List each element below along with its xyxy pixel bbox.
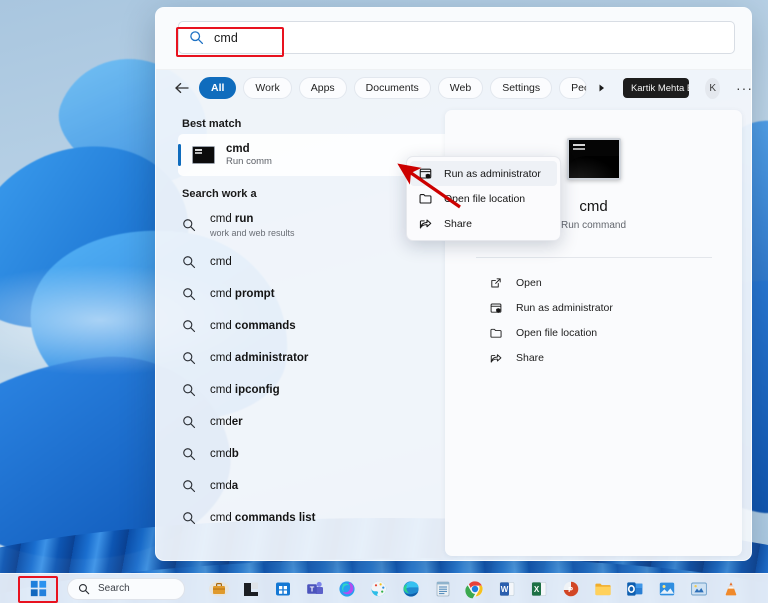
search-icon	[183, 480, 196, 493]
search-icon	[183, 256, 196, 269]
context-menu-label: Open file location	[444, 192, 526, 205]
search-icon	[183, 288, 196, 301]
microsoft-outlook-icon[interactable]	[625, 579, 645, 599]
microsoft-word-icon[interactable]: W	[497, 579, 517, 599]
tab-apps[interactable]: Apps	[298, 77, 347, 99]
file-explorer-icon[interactable]	[593, 579, 613, 599]
taskbar-app-icons: T W X P	[209, 579, 741, 599]
tab-work[interactable]: Work	[243, 77, 292, 99]
microsoft-excel-icon[interactable]: X	[529, 579, 549, 599]
snipping-tool-icon[interactable]	[689, 579, 709, 599]
search-bar: cmd	[156, 8, 751, 70]
folder-icon	[419, 194, 432, 204]
more-options-icon[interactable]: ···	[736, 80, 751, 96]
search-icon	[183, 448, 196, 461]
tab-documents[interactable]: Documents	[353, 77, 431, 99]
search-icon	[183, 384, 196, 397]
taskbar-search-box[interactable]: Search	[67, 577, 185, 600]
suggestion-label: cmda	[210, 479, 239, 492]
svg-text:T: T	[310, 584, 315, 593]
suggestion-label: cmd prompt	[210, 287, 275, 300]
taskbar: Search T W X P	[0, 573, 768, 603]
best-match-subtitle: Run comm	[226, 156, 272, 167]
shield-admin-icon	[419, 168, 432, 179]
context-menu-label: Run as administrator	[444, 167, 541, 180]
search-input[interactable]: cmd	[178, 21, 735, 54]
app-preview-panel: cmd Run command Open Run as administrato…	[445, 110, 742, 556]
search-filter-tabs: All Work Apps Documents Web Settings Peo…	[156, 70, 751, 106]
search-icon	[183, 352, 196, 365]
svg-text:P: P	[568, 585, 573, 594]
search-icon	[183, 219, 196, 232]
account-tooltip: Kartik Mehta Bl...	[622, 78, 690, 98]
suggestion-sublabel: work and web results	[210, 227, 295, 238]
action-open[interactable]: Open	[459, 270, 728, 295]
share-icon	[490, 353, 502, 363]
suggestion-label: cmder	[210, 415, 243, 428]
suggestion-label: cmd run	[210, 213, 254, 226]
share-icon	[419, 219, 432, 229]
search-icon	[183, 512, 196, 525]
suggestion-label: cmd administrator	[210, 351, 309, 364]
back-arrow-icon[interactable]	[172, 78, 192, 98]
action-label: Open	[516, 276, 542, 289]
action-open-file-location[interactable]: Open file location	[459, 320, 728, 345]
action-label: Open file location	[516, 326, 598, 339]
search-icon	[78, 583, 90, 594]
svg-text:X: X	[534, 585, 540, 594]
search-icon	[183, 416, 196, 429]
file-explorer-dark-icon[interactable]	[241, 579, 261, 599]
paint-icon[interactable]	[369, 579, 389, 599]
tab-all[interactable]: All	[199, 77, 237, 99]
suggestion-label: cmd	[210, 255, 232, 268]
suggestion-label: cmdb	[210, 447, 239, 460]
avatar[interactable]: K	[705, 77, 720, 99]
suggestion-label: cmd commands	[210, 319, 296, 332]
tab-settings[interactable]: Settings	[490, 77, 553, 99]
action-run-as-administrator[interactable]: Run as administrator	[459, 295, 728, 320]
divider	[475, 257, 712, 258]
context-menu-label: Share	[444, 217, 473, 230]
action-label: Share	[516, 351, 545, 364]
microsoft-store-icon[interactable]	[273, 579, 293, 599]
svg-text:W: W	[501, 585, 509, 594]
tab-people[interactable]: Peop	[559, 77, 587, 99]
shield-admin-icon	[490, 302, 502, 313]
best-match-title: cmd	[226, 143, 250, 155]
copilot-icon[interactable]	[337, 579, 357, 599]
photos-icon[interactable]	[657, 579, 677, 599]
suggestion-label: cmd commands list	[210, 511, 316, 524]
context-menu-item-run-as-administrator[interactable]: Run as administrator	[410, 161, 557, 186]
microsoft-powerpoint-icon[interactable]: P	[561, 579, 581, 599]
preview-actions-list: Open Run as administrator Open file loca…	[445, 270, 742, 370]
vlc-icon[interactable]	[721, 579, 741, 599]
briefcase-icon[interactable]	[209, 579, 229, 599]
context-menu-item-share[interactable]: Share	[410, 211, 557, 236]
action-label: Run as administrator	[516, 301, 613, 314]
microsoft-edge-icon[interactable]	[401, 579, 421, 599]
notepad-icon[interactable]	[433, 579, 453, 599]
start-button[interactable]	[25, 578, 51, 600]
selection-accent-bar	[178, 144, 181, 166]
microsoft-teams-icon[interactable]: T	[305, 579, 325, 599]
context-menu: Run as administrator Open file location …	[406, 156, 561, 241]
search-icon	[183, 320, 196, 333]
action-share[interactable]: Share	[459, 345, 728, 370]
cmd-console-icon	[566, 138, 621, 180]
search-icon	[190, 31, 204, 45]
windows-logo-icon	[30, 580, 46, 597]
folder-icon	[490, 328, 502, 338]
suggestion-label: cmd ipconfig	[210, 383, 280, 396]
google-chrome-icon[interactable]	[465, 579, 485, 599]
context-menu-item-open-file-location[interactable]: Open file location	[410, 186, 557, 211]
taskbar-search-label: Search	[98, 583, 130, 594]
chevron-right-icon[interactable]	[596, 80, 607, 96]
cmd-console-icon	[192, 146, 215, 164]
tab-web[interactable]: Web	[437, 77, 484, 99]
search-input-value: cmd	[214, 30, 238, 45]
open-external-icon	[491, 277, 501, 288]
search-flyout-panel: cmd All Work Apps Documents Web Settings…	[155, 7, 752, 561]
